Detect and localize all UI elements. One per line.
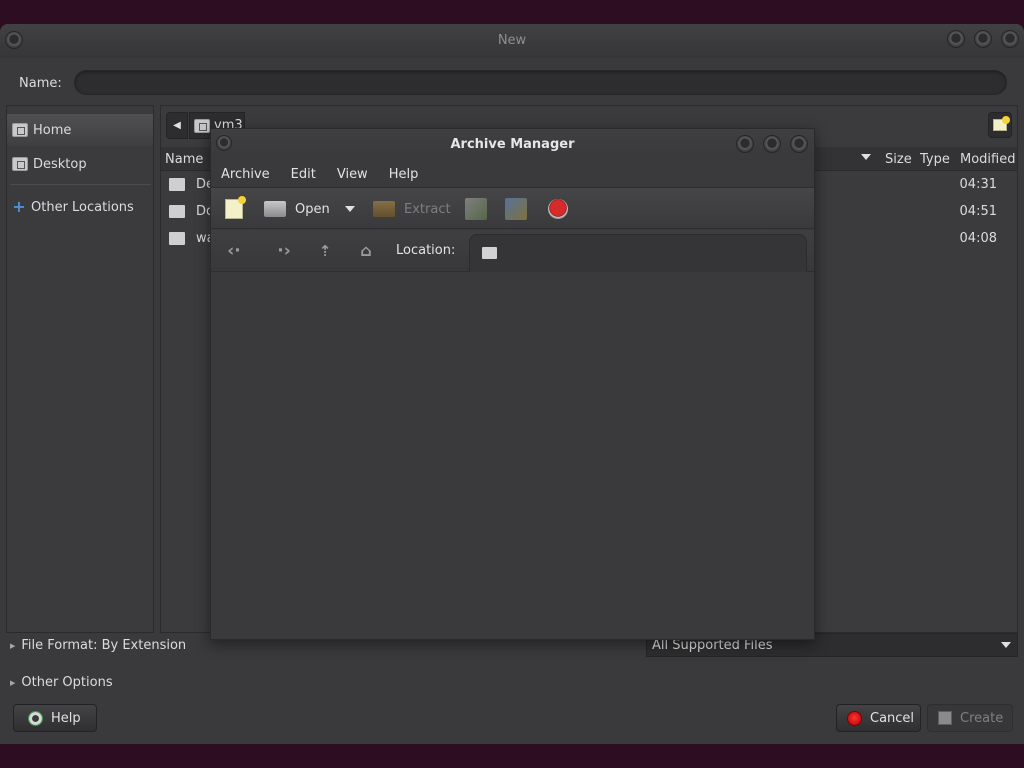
help-icon: [28, 710, 43, 726]
extract-button-label: Extract: [404, 201, 451, 217]
add-folder-icon: [505, 198, 527, 220]
plus-icon: +: [12, 197, 26, 216]
sidebar-item-home[interactable]: Home: [7, 114, 153, 146]
open-recent-dropdown[interactable]: [345, 188, 355, 230]
cancel-button-label: Cancel: [870, 710, 915, 726]
expander-arrow-icon: ▶: [10, 641, 16, 650]
sidebar-item-label: Other Locations: [31, 199, 134, 215]
stop-button[interactable]: [548, 188, 568, 230]
dialog-title: New: [497, 33, 527, 48]
sidebar-item-label: Desktop: [33, 156, 87, 172]
create-folder-button[interactable]: [988, 112, 1012, 138]
folder-icon: [169, 205, 185, 218]
archive-manager-title: Archive Manager: [450, 137, 575, 152]
name-label: Name:: [19, 76, 62, 91]
pathbar-back-button[interactable]: ◀: [166, 112, 188, 139]
home-icon[interactable]: ⌂: [355, 240, 377, 262]
maximize-button[interactable]: [974, 30, 992, 48]
open-button[interactable]: Open: [264, 188, 330, 230]
up-arrow-icon[interactable]: ⇡: [314, 240, 336, 262]
menu-help[interactable]: Help: [379, 167, 429, 182]
file-modified: 04:08: [959, 231, 997, 246]
toolbar: Open Extract: [211, 187, 814, 229]
open-button-label: Open: [295, 201, 330, 217]
file-format-expander[interactable]: ▶ File Format: By Extension: [10, 638, 186, 653]
minimize-button[interactable]: [736, 135, 754, 153]
menubar: Archive Edit View Help: [211, 161, 814, 187]
add-folder-button[interactable]: [505, 188, 527, 230]
home-folder-icon: [12, 123, 28, 137]
archive-manager-titlebar[interactable]: Archive Manager: [211, 129, 814, 161]
forward-arrow-icon[interactable]: ·›: [273, 240, 295, 262]
home-folder-icon: [194, 118, 210, 133]
column-header-name[interactable]: Name: [165, 148, 203, 170]
close-button[interactable]: [1001, 30, 1019, 48]
expander-arrow-icon: ▶: [10, 678, 16, 687]
folder-icon: [169, 178, 185, 191]
menu-view[interactable]: View: [327, 167, 378, 182]
file-modified: 04:31: [959, 177, 997, 192]
help-button-label: Help: [51, 710, 81, 726]
folder-icon: [169, 232, 185, 245]
sidebar-item-desktop[interactable]: Desktop: [7, 148, 153, 180]
menu-edit[interactable]: Edit: [281, 167, 326, 182]
new-archive-icon: [225, 196, 246, 219]
sort-arrow-icon[interactable]: [861, 154, 871, 160]
other-options-expander[interactable]: ▶ Other Options: [10, 675, 113, 690]
sidebar-item-label: Home: [33, 122, 72, 138]
menu-archive[interactable]: Archive: [211, 167, 280, 182]
folder-icon: [482, 247, 497, 259]
column-header-size[interactable]: Size: [885, 148, 912, 170]
extract-icon: [373, 201, 395, 217]
file-modified: 04:51: [959, 204, 997, 219]
location-label: Location:: [396, 243, 456, 258]
stop-icon: [548, 199, 568, 219]
places-sidebar: Home Desktop + Other Locations: [6, 105, 154, 633]
archive-content-area[interactable]: [211, 273, 814, 639]
help-button[interactable]: Help: [13, 704, 97, 732]
cancel-button[interactable]: Cancel: [836, 704, 921, 732]
desktop-folder-icon: [12, 157, 28, 171]
new-archive-button[interactable]: [225, 188, 246, 230]
back-arrow-icon[interactable]: ‹·: [223, 240, 245, 262]
add-files-icon: [465, 198, 487, 220]
sidebar-separator: [11, 184, 151, 185]
close-button[interactable]: [790, 135, 808, 153]
location-input[interactable]: [469, 234, 807, 272]
cancel-icon: [847, 710, 862, 726]
file-format-label: File Format: By Extension: [21, 638, 187, 653]
open-icon: [264, 201, 286, 217]
archive-icon: [938, 711, 952, 725]
chevron-down-icon: [1001, 642, 1011, 648]
dialog-titlebar[interactable]: New: [0, 24, 1024, 58]
extract-button[interactable]: Extract: [373, 188, 451, 230]
minimize-button[interactable]: [947, 30, 965, 48]
add-files-button[interactable]: [465, 188, 487, 230]
other-options-label: Other Options: [21, 675, 113, 690]
new-folder-icon: [993, 116, 1010, 131]
chevron-down-icon: [345, 206, 355, 212]
name-input[interactable]: [74, 70, 1007, 95]
archive-manager-window: Archive Manager Archive Edit View Help O…: [210, 128, 815, 640]
location-bar: ‹· ·› ⇡ ⌂ Location:: [211, 230, 814, 272]
create-button-label: Create: [960, 710, 1004, 726]
maximize-button[interactable]: [763, 135, 781, 153]
sidebar-item-other-locations[interactable]: + Other Locations: [7, 191, 153, 223]
column-header-type[interactable]: Type: [920, 148, 950, 170]
column-header-modified[interactable]: Modified: [960, 148, 1015, 170]
create-button[interactable]: Create: [927, 704, 1013, 732]
